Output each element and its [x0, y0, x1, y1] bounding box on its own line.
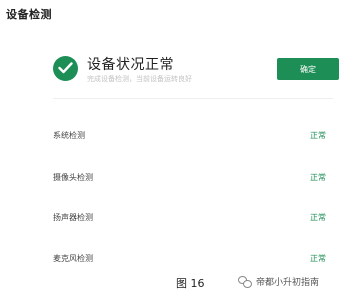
check-row-camera: 摄像头检测 正常	[53, 172, 326, 186]
check-label: 扬声器检测	[53, 213, 93, 222]
divider	[53, 98, 333, 99]
status-title: 设备状况正常	[87, 57, 174, 73]
check-status: 正常	[310, 213, 326, 222]
check-status: 正常	[310, 131, 326, 140]
device-check-page: 设备检测 设备状况正常 完成设备检测，当前设备运转良好 确定 系统检测 正常 摄…	[0, 0, 343, 295]
check-status: 正常	[310, 173, 326, 182]
check-label: 麦克风检测	[53, 254, 93, 263]
check-circle-icon	[53, 56, 78, 81]
check-status: 正常	[310, 254, 326, 263]
check-label: 系统检测	[53, 131, 85, 140]
watermark: 帝都小升初指南	[238, 275, 319, 288]
check-row-speaker: 扬声器检测 正常	[53, 212, 326, 226]
wechat-icon	[238, 275, 252, 288]
check-row-system: 系统检测 正常	[53, 130, 326, 144]
check-row-microphone: 麦克风检测 正常	[53, 253, 326, 267]
figure-caption: 图 16	[176, 277, 205, 290]
status-subtitle: 完成设备检测，当前设备运转良好	[87, 75, 192, 83]
check-label: 摄像头检测	[53, 173, 93, 182]
watermark-text: 帝都小升初指南	[256, 278, 320, 288]
page-title: 设备检测	[6, 8, 52, 21]
confirm-button[interactable]: 确定	[277, 58, 339, 80]
status-card: 设备状况正常 完成设备检测，当前设备运转良好 确定	[53, 46, 339, 98]
